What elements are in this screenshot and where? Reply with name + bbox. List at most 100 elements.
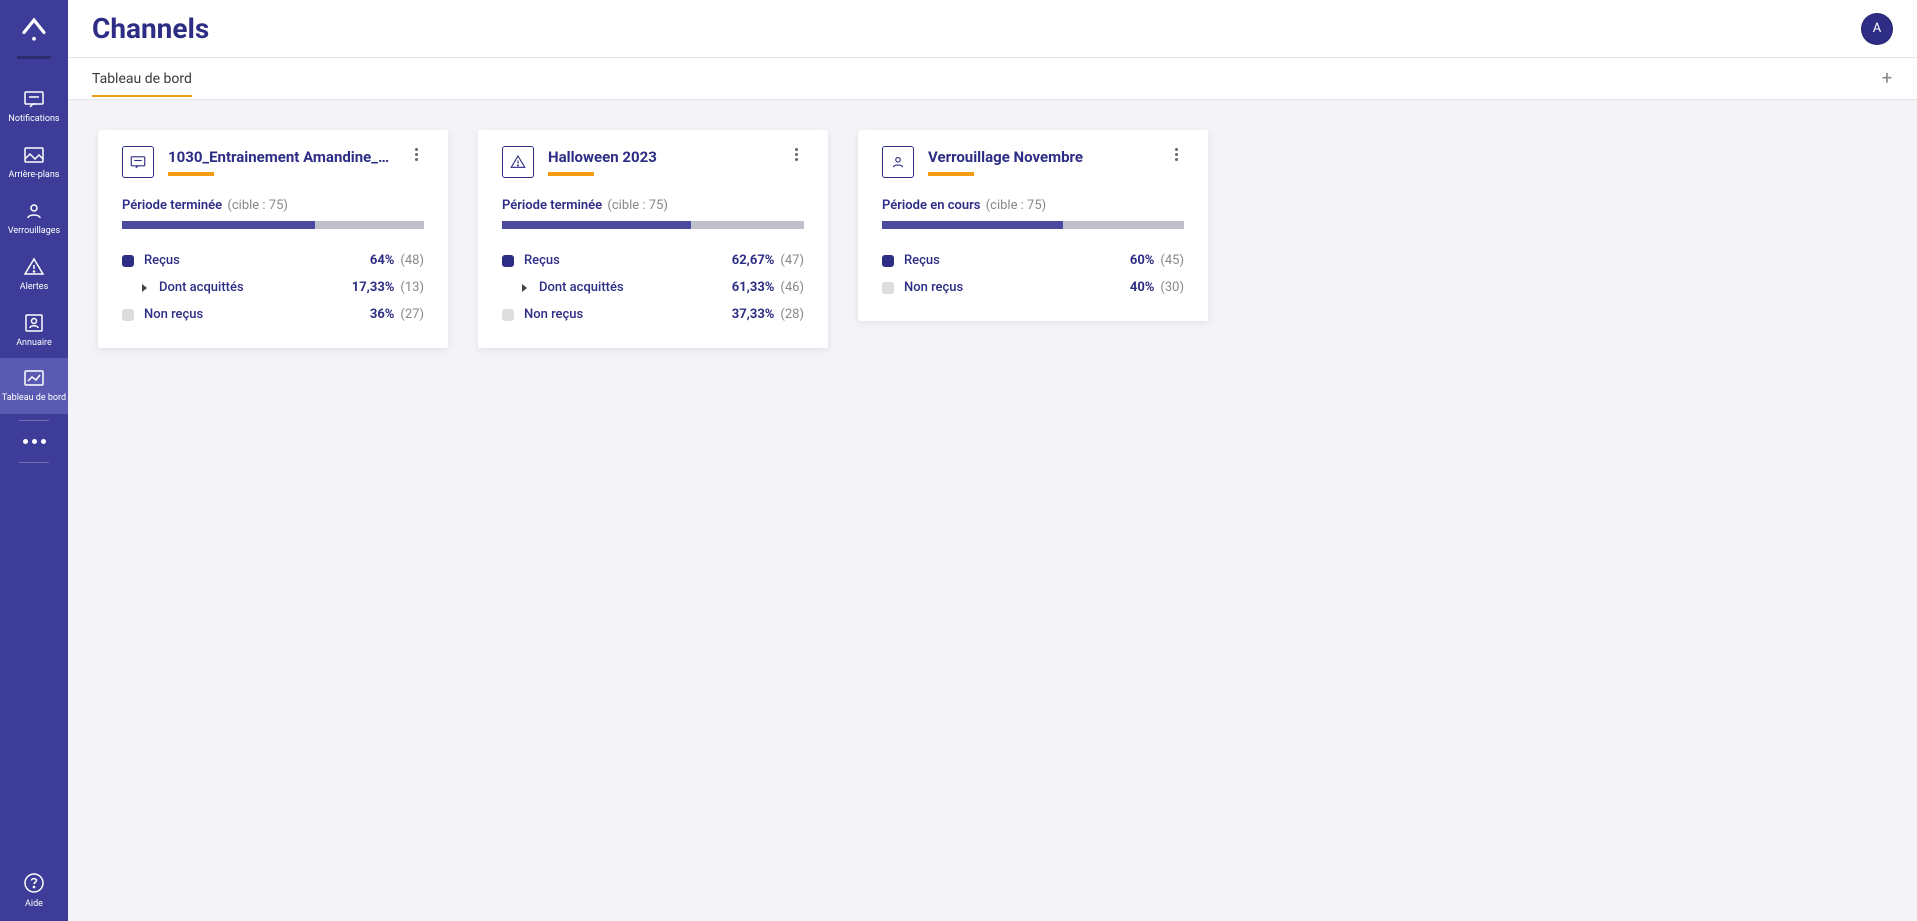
- avatar[interactable]: A: [1861, 13, 1893, 45]
- contacts-icon: [22, 311, 46, 335]
- dashboard-card: 1030_Entrainement Amandine_Pos…Période t…: [98, 130, 448, 348]
- sidebar-item-notifications[interactable]: Notifications: [0, 79, 68, 135]
- stat-count: (13): [400, 280, 424, 295]
- stat-label: Non reçus: [524, 307, 732, 322]
- alert-icon: [502, 146, 534, 178]
- sidebar-item-alerts[interactable]: Alertes: [0, 247, 68, 303]
- stat-pct: 62,67%: [732, 253, 775, 268]
- progress-fill: [502, 221, 691, 229]
- stat-pct: 17,33%: [352, 280, 395, 295]
- stat-pct: 40%: [1130, 280, 1155, 295]
- plus-icon: +: [1882, 68, 1892, 89]
- progress-bar: [882, 221, 1184, 229]
- sidebar-item-backgrounds[interactable]: Arrière-plans: [0, 135, 68, 191]
- marker-empty-icon: [502, 309, 514, 321]
- stat-label: Non reçus: [904, 280, 1130, 295]
- stat-count: (45): [1160, 253, 1184, 268]
- card-title: 1030_Entrainement Amandine_Pos…: [168, 148, 394, 166]
- stat-row[interactable]: Dont acquittés61,33% (46): [502, 274, 804, 301]
- stat-row[interactable]: Dont acquittés17,33% (13): [122, 274, 424, 301]
- add-tab-button[interactable]: +: [1877, 69, 1897, 89]
- sidebar-item-label: Verrouillages: [8, 227, 60, 237]
- period-target: (cible : 75): [986, 198, 1047, 213]
- sidebar-item-locks[interactable]: Verrouillages: [0, 191, 68, 247]
- stat-pct: 37,33%: [732, 307, 775, 322]
- stat-label: Dont acquittés: [539, 280, 732, 295]
- card-title-wrap: Verrouillage Novembre: [928, 146, 1154, 176]
- progress-bar: [502, 221, 804, 229]
- progress-bar: [122, 221, 424, 229]
- sidebar-item-help[interactable]: Aide: [0, 871, 68, 909]
- stat-row: Reçus62,67% (47): [502, 247, 804, 274]
- period-status: Période terminée: [502, 198, 602, 213]
- marker-filled-icon: [502, 255, 514, 267]
- stat-count: (47): [780, 253, 804, 268]
- help-label: Aide: [25, 899, 43, 909]
- user-icon: [22, 199, 46, 223]
- period-status: Période en cours: [882, 198, 980, 213]
- dashboard-card: Halloween 2023 Période terminée (cible : …: [478, 130, 828, 348]
- stat-count: (28): [780, 307, 804, 322]
- chart-icon: [22, 366, 46, 390]
- period-target: (cible : 75): [607, 198, 668, 213]
- sidebar: Notifications Arrière-plans Verrouillage…: [0, 0, 68, 921]
- stat-count: (46): [780, 280, 804, 295]
- stat-label: Non reçus: [144, 307, 370, 322]
- stat-label: Reçus: [144, 253, 370, 268]
- title-underline: [548, 172, 594, 176]
- main: Channels A Tableau de bord + 1030_Entrai…: [68, 0, 1917, 921]
- card-title-wrap: 1030_Entrainement Amandine_Pos…: [168, 146, 394, 176]
- stat-count: (48): [400, 253, 424, 268]
- stat-row: Non reçus36%(27): [122, 301, 424, 328]
- sidebar-item-directory[interactable]: Annuaire: [0, 303, 68, 359]
- sidebar-item-label: Alertes: [20, 283, 48, 293]
- user-icon: [882, 146, 914, 178]
- stat-row: Non reçus40%(30): [882, 274, 1184, 301]
- logo-underline: [17, 56, 51, 59]
- card-title: Verrouillage Novembre: [928, 148, 1154, 166]
- marker-empty-icon: [122, 309, 134, 321]
- cards-grid: 1030_Entrainement Amandine_Pos… Période t…: [98, 130, 1887, 348]
- caret-right-icon: [142, 284, 147, 292]
- stat-row: Non reçus37,33% (28): [502, 301, 804, 328]
- stat-pct: 64%: [370, 253, 395, 268]
- stat-pct: 61,33%: [732, 280, 775, 295]
- card-title-wrap: Halloween 2023: [548, 146, 774, 176]
- stat-pct: 36%: [370, 307, 395, 322]
- sidebar-item-label: Arrière-plans: [9, 171, 60, 181]
- marker-empty-icon: [882, 282, 894, 294]
- stat-pct: 60%: [1130, 253, 1155, 268]
- app-logo[interactable]: [12, 8, 56, 52]
- stat-row: Reçus60% (45): [882, 247, 1184, 274]
- stat-label: Reçus: [524, 253, 732, 268]
- header: Channels A: [68, 0, 1917, 58]
- card-menu-button[interactable]: [788, 146, 804, 161]
- stat-label: Dont acquittés: [159, 280, 352, 295]
- alert-icon: [22, 255, 46, 279]
- period-target: (cible : 75): [227, 198, 288, 213]
- message-icon: [122, 146, 154, 178]
- card-header: Halloween 2023: [502, 146, 804, 178]
- dashboard-card: Verrouillage Novembre Période en cours (c…: [858, 130, 1208, 321]
- card-menu-button[interactable]: [1168, 146, 1184, 161]
- sidebar-more-button[interactable]: [0, 427, 68, 456]
- progress-fill: [122, 221, 315, 229]
- period-line: Période terminée (cible : 75): [502, 198, 804, 213]
- sidebar-item-label: Notifications: [8, 115, 59, 125]
- progress-fill: [882, 221, 1063, 229]
- caret-right-icon: [522, 284, 527, 292]
- sidebar-item-dashboard[interactable]: Tableau de bord: [0, 358, 68, 414]
- card-title: Halloween 2023: [548, 148, 774, 166]
- title-underline: [928, 172, 974, 176]
- image-icon: [22, 143, 46, 167]
- separator: [19, 420, 49, 421]
- card-menu-button[interactable]: [408, 146, 424, 161]
- help-icon: [22, 871, 46, 895]
- sidebar-item-label: Annuaire: [16, 339, 52, 349]
- card-header: 1030_Entrainement Amandine_Pos…: [122, 146, 424, 178]
- period-line: Période en cours (cible : 75): [882, 198, 1184, 213]
- tab-dashboard[interactable]: Tableau de bord: [92, 61, 192, 97]
- ellipsis-icon: [23, 439, 46, 444]
- marker-filled-icon: [122, 255, 134, 267]
- stat-label: Reçus: [904, 253, 1130, 268]
